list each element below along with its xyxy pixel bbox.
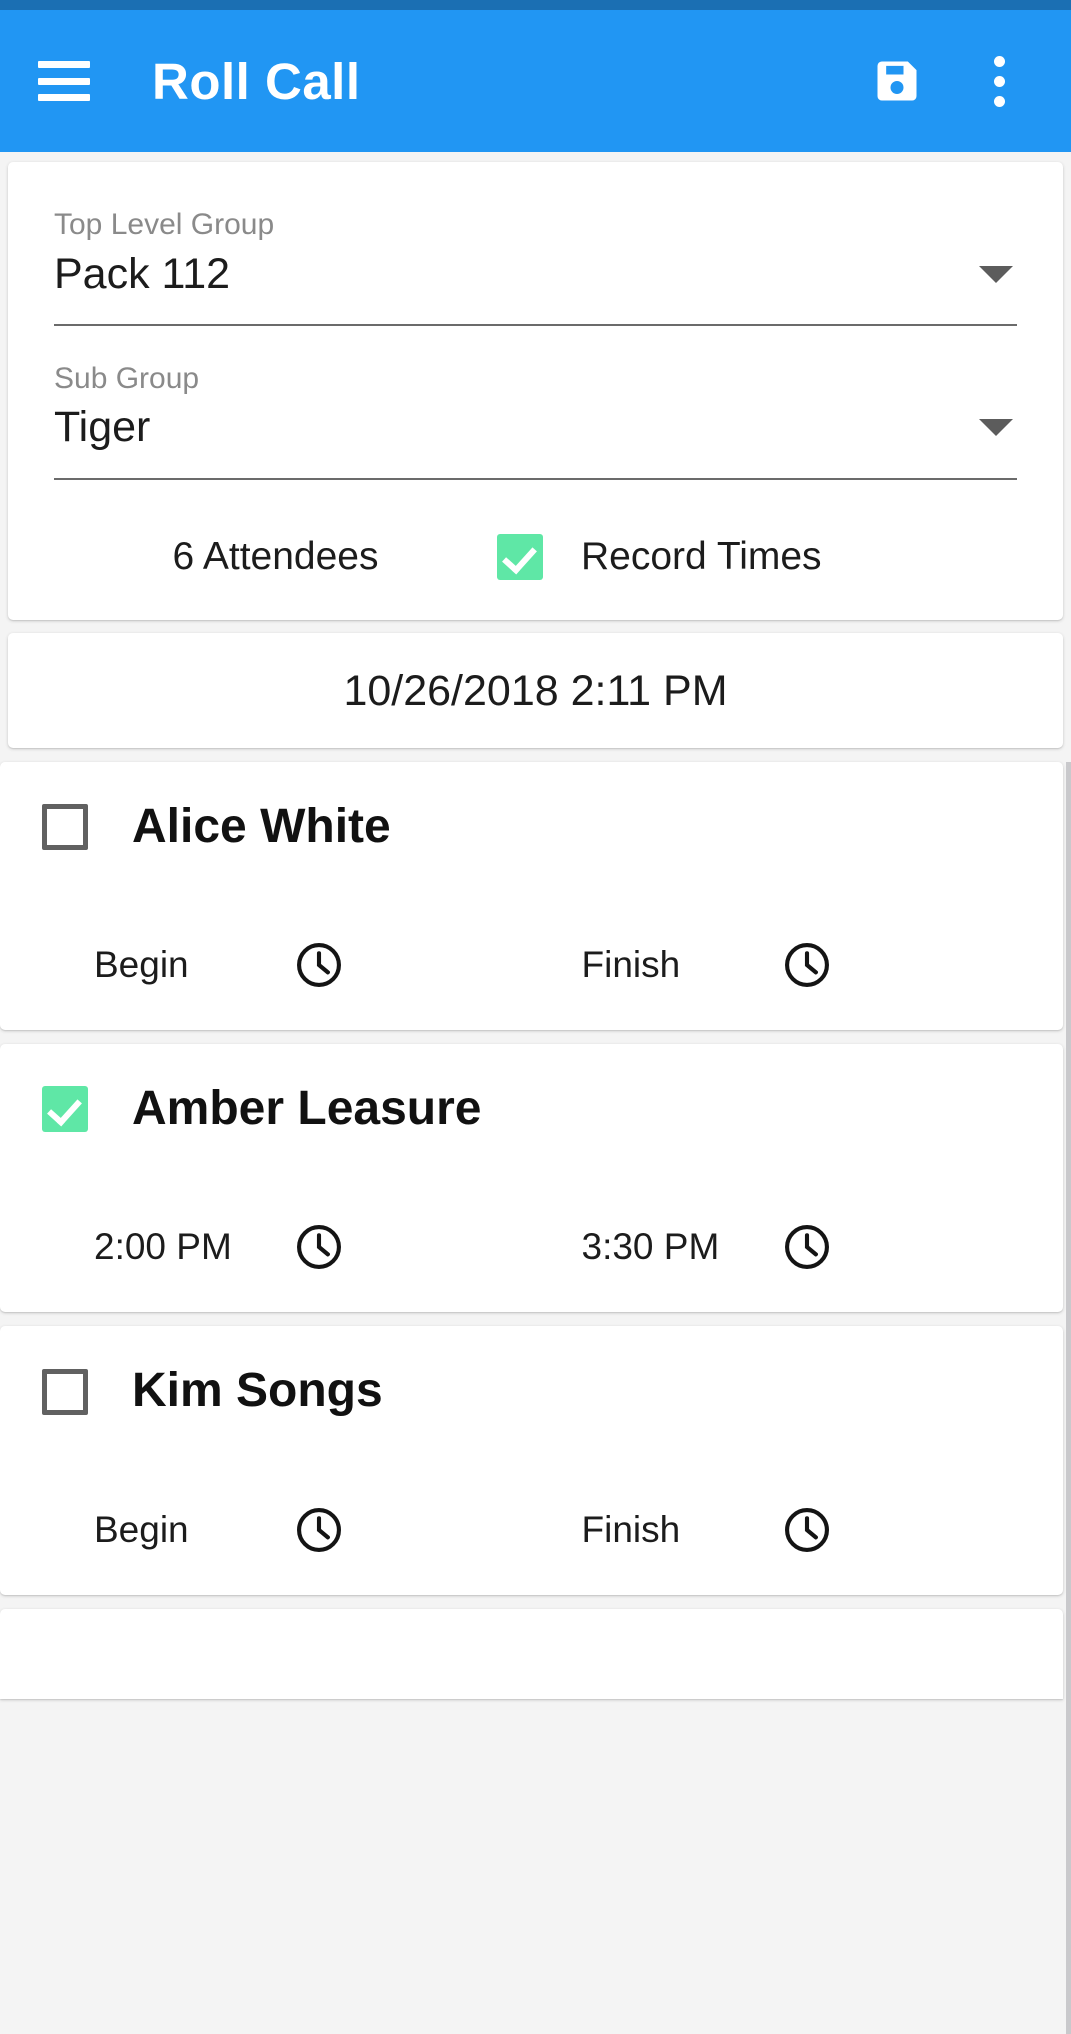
attendee-header: Alice White (42, 799, 1021, 853)
finish-time-value: Finish (581, 943, 681, 985)
sub-group-row[interactable]: Tiger (54, 403, 1017, 480)
begin-time-slot: Begin (42, 936, 532, 994)
top-level-group-label: Top Level Group (54, 208, 275, 241)
begin-time-slot: 2:00 PM (42, 1218, 532, 1276)
attendee-row-partial (0, 1608, 1063, 1699)
chevron-down-icon[interactable] (979, 419, 1013, 437)
begin-time-value: 2:00 PM (94, 1226, 232, 1268)
clock-icon[interactable] (778, 1501, 836, 1559)
attendee-row: Amber Leasure 2:00 PM 3:30 PM (0, 1043, 1063, 1313)
finish-time-slot: 3:30 PM (532, 1218, 1022, 1276)
clock-icon[interactable] (290, 1501, 348, 1559)
clock-icon[interactable] (778, 1218, 836, 1276)
app-bar: Roll Call (0, 10, 1071, 152)
begin-time-value: Begin (94, 943, 189, 985)
clock-icon[interactable] (290, 1218, 348, 1276)
group-selection-card: Top Level Group Pack 112 Sub Group Tiger… (8, 162, 1063, 620)
sub-group-field[interactable]: Sub Group Tiger (54, 362, 1017, 480)
attendee-times-row: Begin Finish (42, 1501, 1021, 1559)
begin-time-slot: Begin (42, 1501, 532, 1559)
save-icon[interactable] (859, 43, 935, 119)
top-level-group-row[interactable]: Pack 112 (54, 249, 1017, 326)
finish-time-value: Finish (581, 1508, 681, 1550)
attendee-times-row: 2:00 PM 3:30 PM (42, 1218, 1021, 1276)
record-times-label: Record Times (580, 534, 822, 578)
clock-icon[interactable] (290, 936, 348, 994)
attendee-row: Kim Songs Begin Finish (0, 1326, 1063, 1595)
attendee-header: Amber Leasure (42, 1081, 1021, 1135)
attendee-name: Amber Leasure (132, 1081, 482, 1135)
summary-row: 6 Attendees Record Times (54, 533, 1017, 586)
attendee-name: Kim Songs (132, 1364, 383, 1418)
attendee-header: Kim Songs (42, 1364, 1021, 1418)
attendee-present-checkbox[interactable] (42, 1086, 88, 1133)
overflow-menu-icon[interactable] (961, 43, 1037, 119)
finish-time-value: 3:30 PM (581, 1226, 720, 1268)
sub-group-value: Tiger (54, 403, 151, 452)
chevron-down-icon[interactable] (979, 265, 1013, 283)
attendee-name: Alice White (132, 799, 391, 853)
finish-time-slot: Finish (532, 936, 1022, 994)
page-title: Roll Call (152, 52, 361, 110)
session-datetime-card[interactable]: 10/26/2018 2:11 PM (8, 632, 1063, 748)
attendee-times-row: Begin Finish (42, 936, 1021, 994)
clock-icon[interactable] (778, 936, 836, 994)
record-times-checkbox[interactable] (496, 533, 543, 580)
finish-time-slot: Finish (532, 1501, 1022, 1559)
attendee-present-checkbox[interactable] (42, 803, 88, 850)
top-level-group-field[interactable]: Top Level Group Pack 112 (54, 208, 1017, 326)
hamburger-menu-icon[interactable] (38, 61, 90, 101)
status-bar (0, 0, 1071, 10)
record-times-toggle[interactable]: Record Times (496, 533, 822, 580)
vertical-scrollbar[interactable] (1066, 762, 1071, 2034)
scroll-content: Top Level Group Pack 112 Sub Group Tiger… (0, 152, 1071, 1699)
attendee-present-checkbox[interactable] (42, 1368, 88, 1415)
session-datetime: 10/26/2018 2:11 PM (343, 666, 728, 715)
attendee-count-label: 6 Attendees (172, 534, 379, 578)
top-level-group-value: Pack 112 (54, 249, 231, 298)
attendee-row: Alice White Begin Finish (0, 761, 1063, 1030)
begin-time-value: Begin (94, 1508, 189, 1550)
sub-group-label: Sub Group (54, 361, 200, 395)
